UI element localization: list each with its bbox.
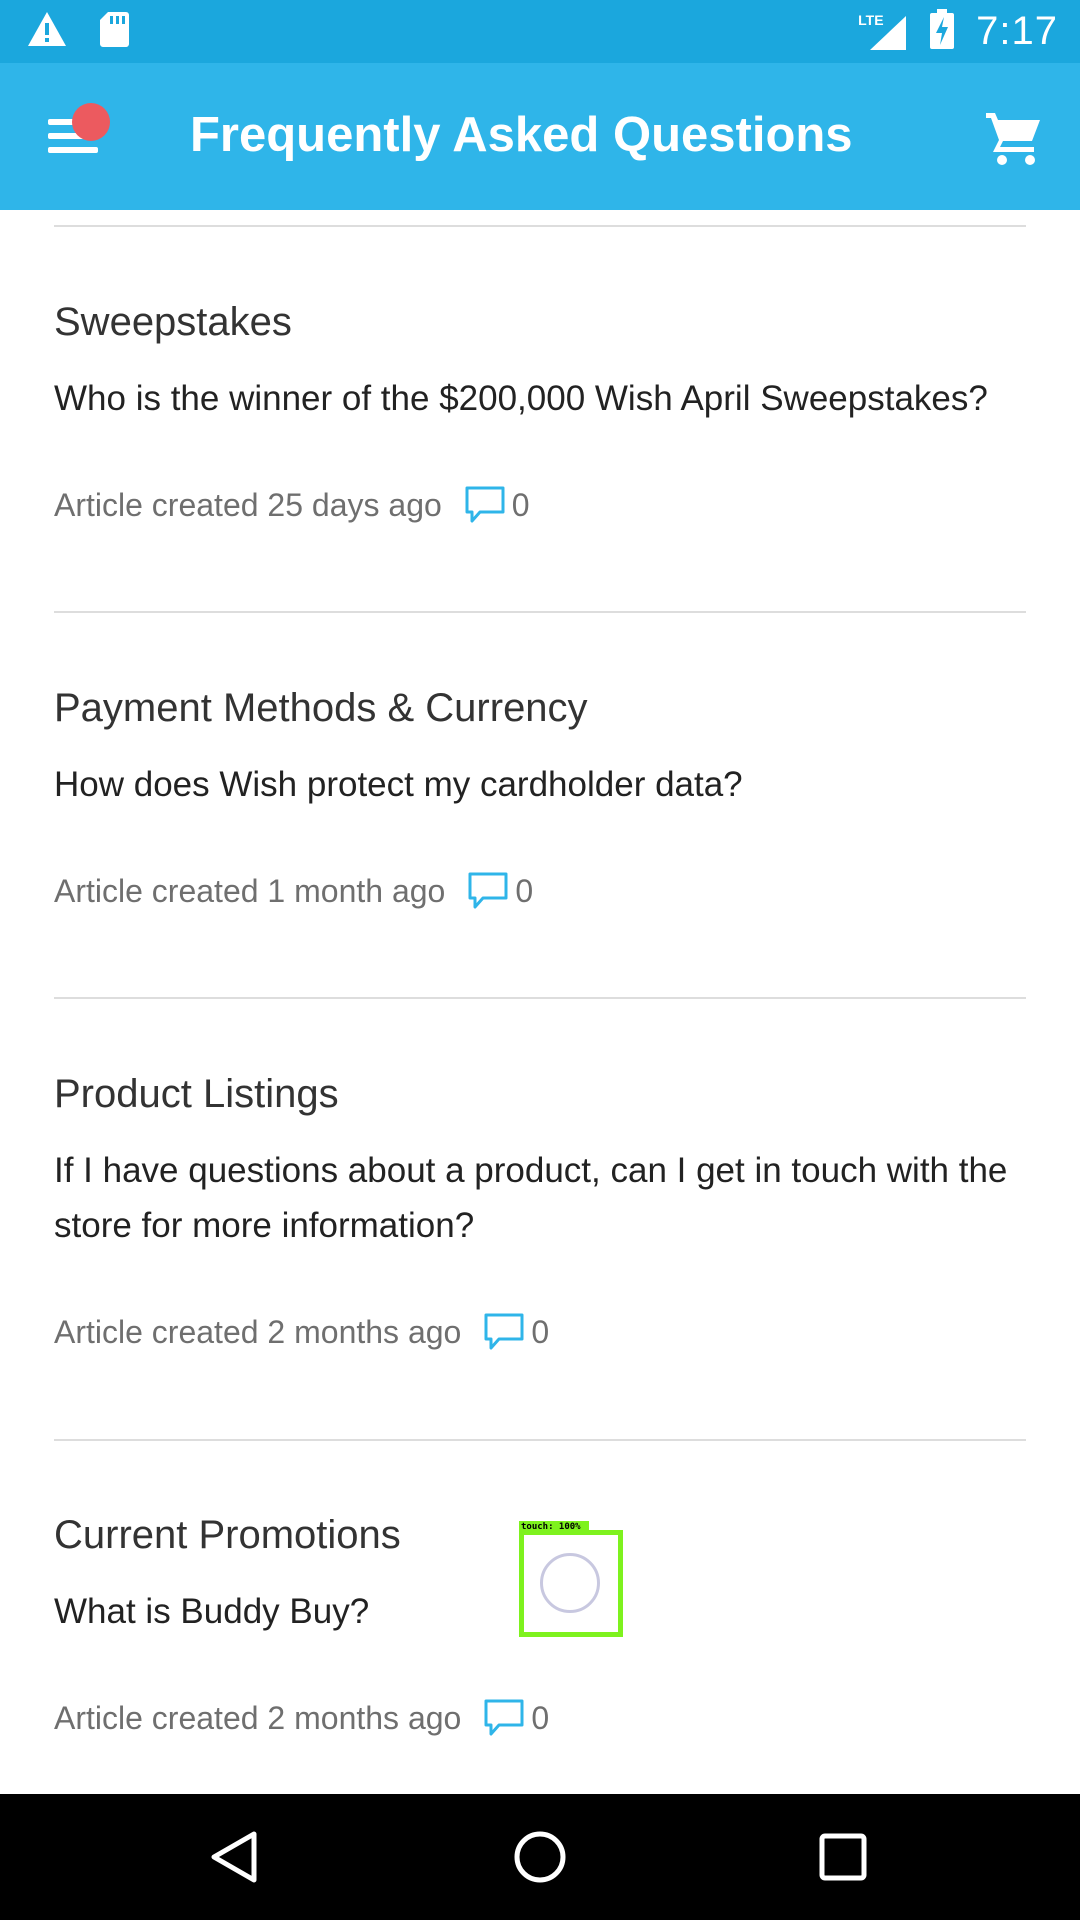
article-meta: Article created 2 months ago [54, 1699, 462, 1736]
comment-count: 0 [531, 1699, 550, 1736]
divider [54, 997, 1026, 999]
divider [54, 1439, 1026, 1441]
status-bar: LTE 7:17 [0, 0, 1080, 63]
article-meta: Article created 25 days ago [54, 486, 442, 523]
lte-signal-icon: LTE [858, 12, 908, 52]
comment-icon [467, 870, 509, 912]
divider [54, 611, 1026, 613]
article-sweepstakes[interactable]: Sweepstakes Who is the winner of the $20… [54, 300, 1034, 526]
battery-charging-icon [930, 9, 955, 54]
recents-button[interactable] [808, 1822, 878, 1892]
cart-icon [984, 113, 1044, 171]
article-category: Sweepstakes [54, 300, 292, 344]
home-button[interactable] [505, 1822, 575, 1892]
comment-count: 0 [515, 872, 534, 909]
article-category: Product Listings [54, 1072, 339, 1116]
divider [54, 225, 1026, 227]
article-payment-methods[interactable]: Payment Methods & Currency How does Wish… [54, 686, 1034, 912]
warning-icon [26, 10, 68, 53]
article-product-listings[interactable]: Product Listings If I have questions abo… [54, 1072, 1014, 1353]
article-question: How does Wish protect my cardholder data… [54, 765, 743, 804]
touch-point-icon [540, 1553, 600, 1613]
navigation-bar [0, 1794, 1080, 1920]
toolbar: Frequently Asked Questions [0, 63, 1080, 210]
cart-button[interactable] [984, 107, 1044, 167]
article-category: Payment Methods & Currency [54, 686, 588, 730]
comment-icon [483, 1697, 525, 1739]
comment-count: 0 [531, 1313, 550, 1350]
article-meta: Article created 1 month ago [54, 872, 446, 909]
article-meta: Article created 2 months ago [54, 1313, 462, 1350]
home-icon [505, 1831, 575, 1896]
sd-card-icon [98, 10, 130, 53]
notification-badge [72, 103, 110, 141]
recents-icon [808, 1833, 878, 1896]
page-title: Frequently Asked Questions [190, 108, 853, 162]
article-question: If I have questions about a product, can… [54, 1151, 1008, 1245]
comment-count: 0 [511, 486, 530, 523]
back-button[interactable] [200, 1822, 270, 1892]
article-question: Who is the winner of the $200,000 Wish A… [54, 379, 988, 418]
status-time: 7:17 [976, 9, 1058, 53]
screen: LTE 7:17 Frequently Asked Questions Swee… [0, 0, 1080, 1920]
comment-icon [483, 1311, 525, 1353]
comment-icon [464, 484, 506, 526]
back-icon [200, 1831, 270, 1896]
